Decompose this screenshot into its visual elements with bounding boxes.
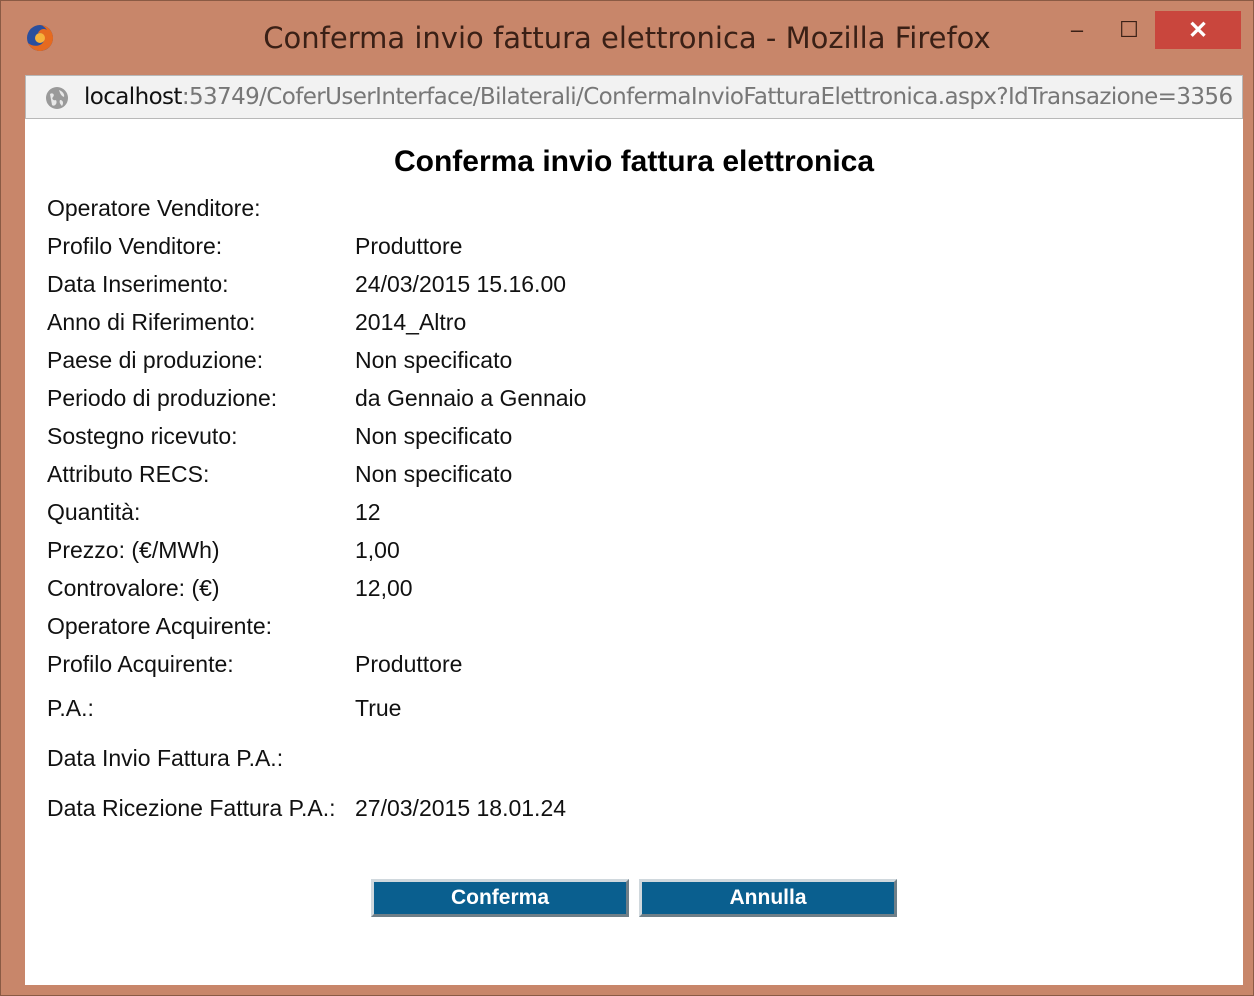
field-label: Profilo Acquirente: <box>47 651 234 677</box>
field-label: Data Invio Fattura P.A.: <box>47 745 284 771</box>
field-value: Non specificato <box>355 423 513 449</box>
url-host: localhost <box>84 84 182 110</box>
field-label: Data Inserimento: <box>47 271 229 297</box>
field-value: Produttore <box>355 651 463 677</box>
field-label: Profilo Venditore: <box>47 233 223 259</box>
browser-window: Conferma invio fattura elettronica - Moz… <box>0 0 1254 996</box>
title-bar[interactable]: Conferma invio fattura elettronica - Moz… <box>1 1 1253 75</box>
field-label: Paese di produzione: <box>47 347 264 373</box>
field-value: True <box>355 695 402 721</box>
field-value: 12 <box>355 499 381 525</box>
field-value: Non specificato <box>355 347 513 373</box>
page-content: Conferma invio fattura elettronica Opera… <box>25 119 1243 985</box>
field-value: Produttore <box>355 233 463 259</box>
field-label: Controvalore: (€) <box>47 575 220 601</box>
field-value: 12,00 <box>355 575 413 601</box>
maximize-button[interactable]: ☐ <box>1109 13 1149 47</box>
field-label: Attributo RECS: <box>47 461 210 487</box>
page-title: Conferma invio fattura elettronica <box>393 145 875 178</box>
field-label: Prezzo: (€/MWh) <box>47 537 220 563</box>
field-label: Operatore Acquirente: <box>47 613 273 639</box>
url-path: :53749/CoferUserInterface/Bilaterali/Con… <box>181 84 1233 110</box>
field-label: P.A.: <box>47 695 94 721</box>
field-value: 24/03/2015 15.16.00 <box>355 271 567 297</box>
field-value: da Gennaio a Gennaio <box>355 385 587 411</box>
globe-icon <box>46 87 68 109</box>
field-value: 1,00 <box>355 537 400 563</box>
field-label: Sostegno ricevuto: <box>47 423 238 449</box>
field-label: Operatore Venditore: <box>47 195 261 221</box>
field-value: 27/03/2015 18.01.24 <box>355 795 567 821</box>
cancel-button[interactable]: Annulla <box>639 879 897 917</box>
address-bar[interactable]: localhost:53749/CoferUserInterface/Bilat… <box>25 75 1243 119</box>
field-label: Anno di Riferimento: <box>47 309 256 335</box>
minimize-button[interactable]: – <box>1057 13 1097 47</box>
field-value: 2014_Altro <box>355 309 467 335</box>
field-label: Data Ricezione Fattura P.A.: <box>47 795 336 821</box>
field-label: Periodo di produzione: <box>47 385 278 411</box>
url-text[interactable]: localhost:53749/CoferUserInterface/Bilat… <box>84 84 1233 110</box>
close-button[interactable]: ✕ <box>1155 11 1241 49</box>
field-value: Non specificato <box>355 461 513 487</box>
confirm-button[interactable]: Conferma <box>371 879 629 917</box>
field-label: Quantità: <box>47 499 141 525</box>
